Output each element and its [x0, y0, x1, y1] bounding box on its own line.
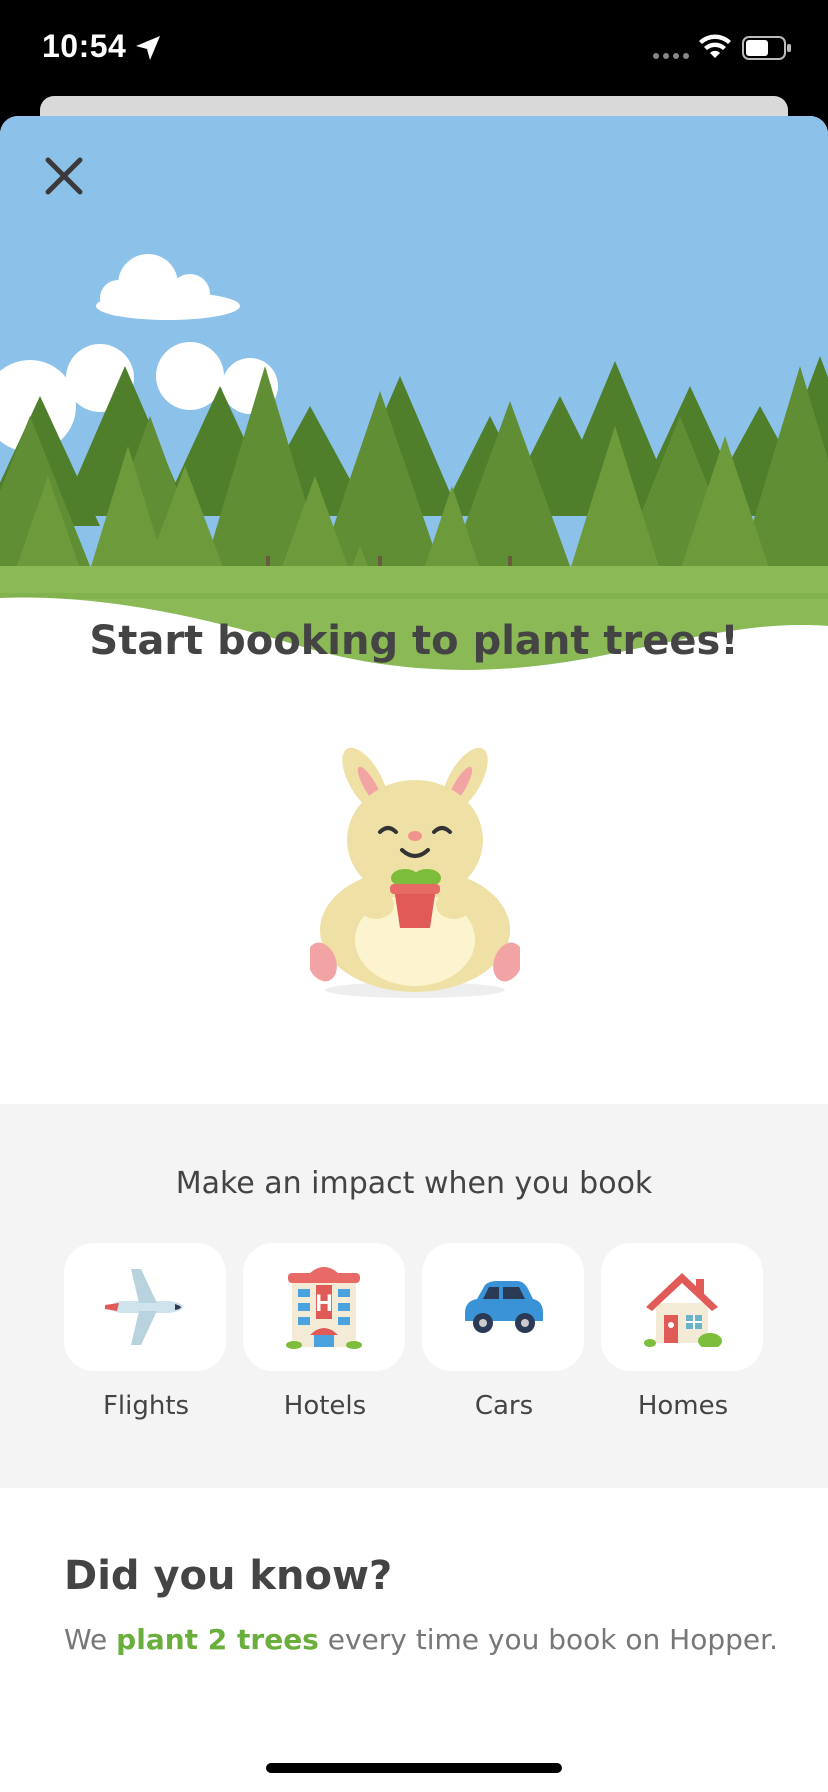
- homes-label: Homes: [637, 1391, 729, 1421]
- did-you-know-heading: Did you know?: [64, 1553, 393, 1599]
- impact-title: Make an impact when you book: [175, 1166, 653, 1201]
- home-indicator[interactable]: [266, 1763, 562, 1773]
- did-you-know-text: We plant 2 trees every time you book on …: [64, 1623, 778, 1656]
- fact-highlight: plant 2 trees: [116, 1623, 319, 1656]
- clock-time: 10:54: [42, 28, 127, 64]
- close-button[interactable]: [38, 150, 90, 202]
- fact-suffix: every time you book on Hopper.: [318, 1623, 778, 1656]
- cars-tile[interactable]: [422, 1243, 584, 1371]
- wifi-icon: [699, 34, 731, 58]
- hotels-label: Hotels: [283, 1391, 367, 1421]
- svg-text:H: H: [315, 1290, 332, 1317]
- battery-icon: [742, 36, 791, 60]
- airplane-icon: [105, 1269, 183, 1345]
- flights-tile[interactable]: [64, 1243, 226, 1371]
- flights-label: Flights: [102, 1391, 190, 1421]
- page-title: Start booking to plant trees!: [89, 618, 739, 664]
- location-arrow-icon: [136, 36, 160, 60]
- homes-tile[interactable]: [601, 1243, 763, 1371]
- cars-label: Cars: [474, 1391, 534, 1421]
- hotels-tile[interactable]: H: [243, 1243, 405, 1371]
- signal-dots-icon: [653, 53, 689, 59]
- forest-illustration: [0, 116, 828, 676]
- category-hotels[interactable]: H Hotels: [243, 1243, 407, 1421]
- close-icon: [45, 157, 83, 195]
- house-icon: [644, 1273, 722, 1347]
- fact-prefix: We: [64, 1623, 117, 1656]
- hotel-icon: H: [286, 1267, 362, 1349]
- category-flights[interactable]: Flights: [64, 1243, 228, 1421]
- status-bar: 10:54: [0, 0, 828, 100]
- bunny-mascot-illustration: [310, 747, 520, 998]
- category-homes[interactable]: Homes: [601, 1243, 765, 1421]
- car-icon: [465, 1281, 543, 1333]
- category-cars[interactable]: Cars: [422, 1243, 586, 1421]
